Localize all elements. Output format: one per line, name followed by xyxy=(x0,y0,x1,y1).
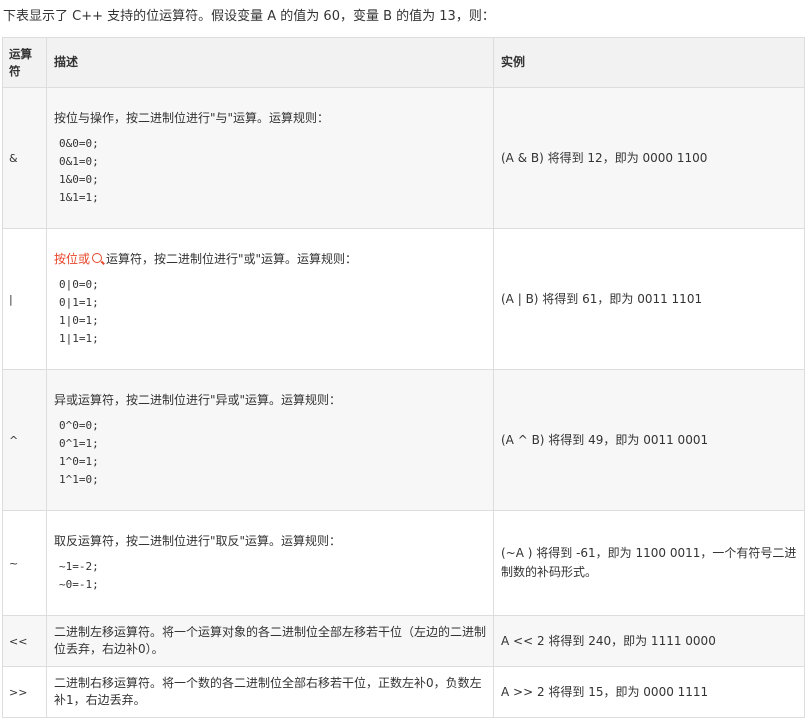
table-row: & 按位与操作，按二进制位进行"与"运算。运算规则： 0&0=0; 0&1=0;… xyxy=(2,87,805,229)
table-row: >> 二进制右移运算符。将一个数的各二进制位全部右移若干位，正数左补0，负数左补… xyxy=(2,666,805,718)
rules-block: 0&0=0; 0&1=0; 1&0=0; 1&1=1; xyxy=(59,135,486,207)
table-header-row: 运算符 描述 实例 xyxy=(2,37,805,88)
operator-cell: >> xyxy=(2,666,47,718)
operator-cell: & xyxy=(2,87,47,229)
example-cell: A >> 2 将得到 15，即为 0000 1111 xyxy=(493,666,805,718)
rule-line: 0|1=1; xyxy=(59,295,99,309)
search-icon[interactable] xyxy=(92,252,103,263)
bitwise-operators-table: 运算符 描述 实例 & 按位与操作，按二进制位进行"与"运算。运算规则： 0&0… xyxy=(2,37,805,718)
table-row: | 按位或 运算符，按二进制位进行"或"运算。运算规则： 0|0=0; 0|1=1… xyxy=(2,228,805,370)
header-operator: 运算符 xyxy=(2,37,47,88)
rules-block: ~1=-2; ~0=-1; xyxy=(59,558,486,594)
description-cell: 按位或 运算符，按二进制位进行"或"运算。运算规则： 0|0=0; 0|1=1; … xyxy=(46,228,494,370)
example-cell: (A | B) 将得到 61，即为 0011 1101 xyxy=(493,228,805,370)
example-cell: A << 2 将得到 240，即为 1111 0000 xyxy=(493,615,805,667)
description-cell: 按位与操作，按二进制位进行"与"运算。运算规则： 0&0=0; 0&1=0; 1… xyxy=(46,87,494,229)
description-cell: 二进制左移运算符。将一个运算对象的各二进制位全部左移若干位（左边的二进制位丢弃，… xyxy=(46,615,494,667)
rule-line: 1|1=1; xyxy=(59,331,99,345)
description-text: 运算符，按二进制位进行"或"运算。运算规则： xyxy=(106,251,358,266)
rule-line: ~1=-2; xyxy=(59,559,99,573)
rules-block: 0^0=0; 0^1=1; 1^0=1; 1^1=0; xyxy=(59,417,486,489)
rule-line: 1^1=0; xyxy=(59,472,99,486)
description-text: 取反运算符，按二进制位进行"取反"运算。运算规则： xyxy=(54,533,342,548)
rule-line: 0^0=0; xyxy=(59,418,99,432)
rule-line: 0&0=0; xyxy=(59,136,99,150)
description-cell: 二进制右移运算符。将一个数的各二进制位全部右移若干位，正数左补0，负数左补1，右… xyxy=(46,666,494,718)
bitwise-or-link[interactable]: 按位或 xyxy=(54,252,90,266)
description-text: 按位与操作，按二进制位进行"与"运算。运算规则： xyxy=(54,110,330,125)
rule-line: 1&0=0; xyxy=(59,172,99,186)
description-text: 异或运算符，按二进制位进行"异或"运算。运算规则： xyxy=(54,392,342,407)
operator-cell: ^ xyxy=(2,369,47,511)
rule-line: 1&1=1; xyxy=(59,190,99,204)
description-cell: 异或运算符，按二进制位进行"异或"运算。运算规则： 0^0=0; 0^1=1; … xyxy=(46,369,494,511)
rule-line: 0|0=0; xyxy=(59,277,99,291)
rule-line: 1|0=1; xyxy=(59,313,99,327)
operator-cell: | xyxy=(2,228,47,370)
description-cell: 取反运算符，按二进制位进行"取反"运算。运算规则： ~1=-2; ~0=-1; xyxy=(46,510,494,616)
intro-text: 下表显示了 C++ 支持的位运算符。假设变量 A 的值为 60，变量 B 的值为… xyxy=(3,9,495,24)
example-cell: (~A ) 将得到 -61，即为 1100 0011，一个有符号二进制数的补码形… xyxy=(493,510,805,616)
example-cell: (A ^ B) 将得到 49，即为 0011 0001 xyxy=(493,369,805,511)
example-cell: (A & B) 将得到 12，即为 0000 1100 xyxy=(493,87,805,229)
rule-line: 1^0=1; xyxy=(59,454,99,468)
rules-block: 0|0=0; 0|1=1; 1|0=1; 1|1=1; xyxy=(59,276,486,348)
header-example: 实例 xyxy=(493,37,805,88)
rule-line: 0&1=0; xyxy=(59,154,99,168)
operator-cell: << xyxy=(2,615,47,667)
header-description: 描述 xyxy=(46,37,494,88)
operator-cell: ~ xyxy=(2,510,47,616)
table-row: << 二进制左移运算符。将一个运算对象的各二进制位全部左移若干位（左边的二进制位… xyxy=(2,615,805,667)
table-row: ^ 异或运算符，按二进制位进行"异或"运算。运算规则： 0^0=0; 0^1=1… xyxy=(2,369,805,511)
table-row: ~ 取反运算符，按二进制位进行"取反"运算。运算规则： ~1=-2; ~0=-1… xyxy=(2,510,805,616)
description-line: 按位或 运算符，按二进制位进行"或"运算。运算规则： xyxy=(54,251,486,268)
rule-line: ~0=-1; xyxy=(59,577,99,591)
rule-line: 0^1=1; xyxy=(59,436,99,450)
